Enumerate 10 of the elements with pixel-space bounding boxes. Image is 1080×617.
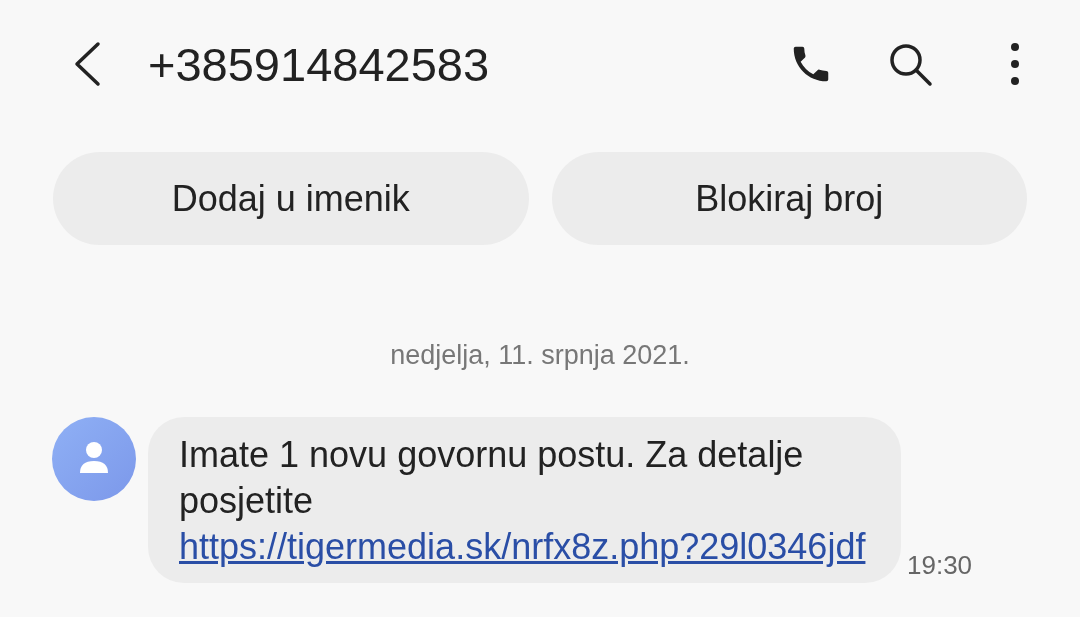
action-button[interactable]: Dodaj u imenik	[53, 152, 529, 245]
avatar-icon	[52, 417, 136, 501]
action-button[interactable]: Blokiraj broj	[551, 152, 1027, 245]
more-icon[interactable]	[1010, 42, 1020, 86]
message-time: 19:30	[907, 550, 973, 581]
date-label: nedjelja, 11. srpnja 2021.	[389, 340, 691, 371]
back-icon[interactable]	[72, 41, 102, 87]
contact-number: +385914842583	[148, 36, 490, 92]
message-text: Imate 1 novu govornu postu. Za detalje posjetite https://tigermedia.sk/nrfx8z.php?29l0346jdf	[179, 432, 873, 570]
message-link[interactable]: https://tigermedia.sk/nrfx8z.php?29l0346jdf	[179, 524, 873, 570]
